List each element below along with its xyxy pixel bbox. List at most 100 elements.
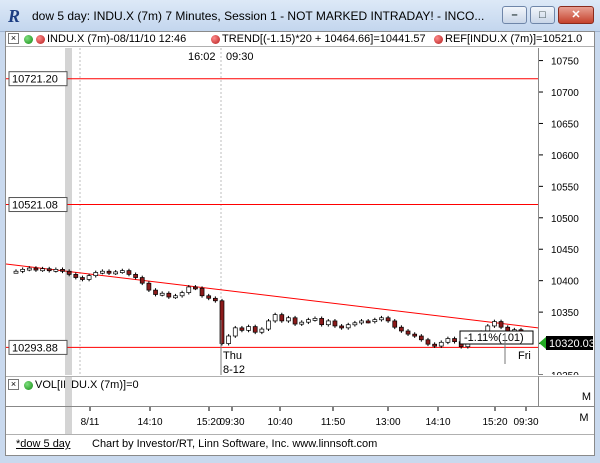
candle xyxy=(332,320,338,327)
candle xyxy=(239,327,245,331)
candle xyxy=(133,274,138,278)
candle xyxy=(13,270,19,274)
candle xyxy=(252,326,258,333)
level-label: 10293.88 xyxy=(12,342,58,354)
volume-pane[interactable]: × VOL[INDU.X (7m)]=0 xyxy=(6,376,539,406)
x-tick-label: 15:20 xyxy=(482,417,507,428)
candle xyxy=(425,339,431,345)
x-tick-label: 14:10 xyxy=(425,417,450,428)
y-tick-label: 10650 xyxy=(551,119,579,130)
y-tick-label: 10550 xyxy=(551,182,579,193)
trend-value-label: -1.11%(101) xyxy=(464,332,524,344)
close-button[interactable]: ✕ xyxy=(558,6,594,24)
time-axis-menu[interactable]: M xyxy=(579,412,588,424)
candle xyxy=(445,338,451,343)
candle xyxy=(339,325,344,329)
y-tick-label: 10350 xyxy=(551,308,579,319)
candle xyxy=(173,295,178,299)
candle xyxy=(272,314,278,322)
candle xyxy=(418,335,424,341)
window-title: dow 5 day: INDU.X (7m) 7 Minutes, Sessio… xyxy=(32,9,485,23)
candle xyxy=(392,320,398,328)
close-pane-icon[interactable]: × xyxy=(8,33,19,44)
y-tick-label: 10600 xyxy=(551,151,579,162)
candle xyxy=(246,326,251,331)
session-gap-band xyxy=(65,377,72,406)
x-tick-label: 8/11 xyxy=(81,417,100,428)
candle xyxy=(385,317,391,322)
trend-label: TREND[(-1.15)*20 + 10464.66]=10441.57 xyxy=(222,33,426,45)
volume-menu[interactable]: M xyxy=(582,391,591,403)
price-chart: 16:02 09:30 10721.20 10521.08 10293.88 -1.… xyxy=(6,48,539,375)
candle xyxy=(412,333,418,337)
candle xyxy=(33,267,39,271)
y-tick-label: 10500 xyxy=(551,214,579,225)
candle xyxy=(405,330,411,335)
candle xyxy=(232,327,238,337)
time-axis[interactable]: 8/11 14:10 15:20 09:30 10:40 11:50 13:00 14:10 1… xyxy=(6,406,594,435)
session-close-label: 16:02 xyxy=(188,51,216,63)
candle xyxy=(186,286,192,293)
candle xyxy=(93,272,99,276)
app-logo-icon: R xyxy=(8,6,21,26)
fri-day-label: Fri xyxy=(518,350,531,362)
thu-day-label: Thu xyxy=(223,350,242,362)
candle xyxy=(86,275,92,280)
candle xyxy=(432,343,437,347)
candle xyxy=(106,270,112,274)
candle xyxy=(166,292,172,298)
candle xyxy=(80,277,85,280)
candle xyxy=(60,269,65,272)
red-status-icon xyxy=(36,35,45,44)
candle xyxy=(498,321,504,328)
credit-text: Chart by Investor/RT, Linn Software, Inc… xyxy=(92,438,378,450)
session-gap-band xyxy=(65,407,72,435)
y-tick-label: 10700 xyxy=(551,88,579,99)
candle xyxy=(212,297,218,302)
candle xyxy=(73,274,79,278)
candle xyxy=(206,295,212,299)
status-bar: *dow 5 day Chart by Investor/RT, Linn So… xyxy=(6,434,594,455)
candle xyxy=(153,289,158,295)
price-plot[interactable]: 16:02 09:30 10721.20 10521.08 10293.88 -1.… xyxy=(6,48,539,375)
candle xyxy=(359,320,364,324)
level-label: 10521.08 xyxy=(12,200,58,212)
price-axis[interactable]: 10750 10700 10650 10600 10550 10500 10450 10400… xyxy=(539,48,595,382)
candle xyxy=(306,319,311,323)
candle xyxy=(279,314,285,322)
candle xyxy=(159,292,165,296)
green-status-icon xyxy=(24,35,33,44)
x-tick-label: 11:50 xyxy=(321,417,346,428)
volume-axis: M xyxy=(539,376,594,406)
candle xyxy=(379,317,384,321)
candle xyxy=(312,318,318,321)
time-axis-scale: 8/11 14:10 15:2009:30 10:40 11:50 13:00 14:10 1… xyxy=(65,407,589,435)
candle xyxy=(193,286,198,290)
candle xyxy=(492,321,497,327)
x-tick-label: 09:30 xyxy=(219,417,244,428)
candle xyxy=(399,326,404,332)
candle xyxy=(40,268,45,272)
candle xyxy=(372,319,378,323)
minimize-button[interactable]: – xyxy=(502,6,527,24)
y-tick-label: 10250 xyxy=(551,371,579,375)
level-label: 10721.20 xyxy=(12,74,58,86)
candle xyxy=(20,269,25,272)
candle xyxy=(259,328,265,333)
trend-line[interactable] xyxy=(6,263,539,329)
trend-indicator-icon xyxy=(211,35,220,44)
candle xyxy=(226,335,231,344)
candle xyxy=(319,318,325,326)
ref-label: REF[INDU.X (7m)]=10521.0 xyxy=(445,33,583,45)
x-tick-label: 10:40 xyxy=(267,417,292,428)
maximize-button[interactable]: □ xyxy=(530,6,555,24)
volume-label: VOL[INDU.X (7m)]=0 xyxy=(35,379,139,391)
candle xyxy=(66,270,72,275)
chart-header: × INDU.X (7m)-08/11/10 12:46 TREND[(-1.1… xyxy=(6,32,594,47)
session-open-label: 09:30 xyxy=(226,51,254,63)
chart-tab[interactable]: *dow 5 day xyxy=(16,438,70,450)
candle xyxy=(46,268,52,272)
minimize-icon: – xyxy=(511,9,518,21)
candle xyxy=(26,267,32,271)
close-volume-icon[interactable]: × xyxy=(8,379,19,390)
